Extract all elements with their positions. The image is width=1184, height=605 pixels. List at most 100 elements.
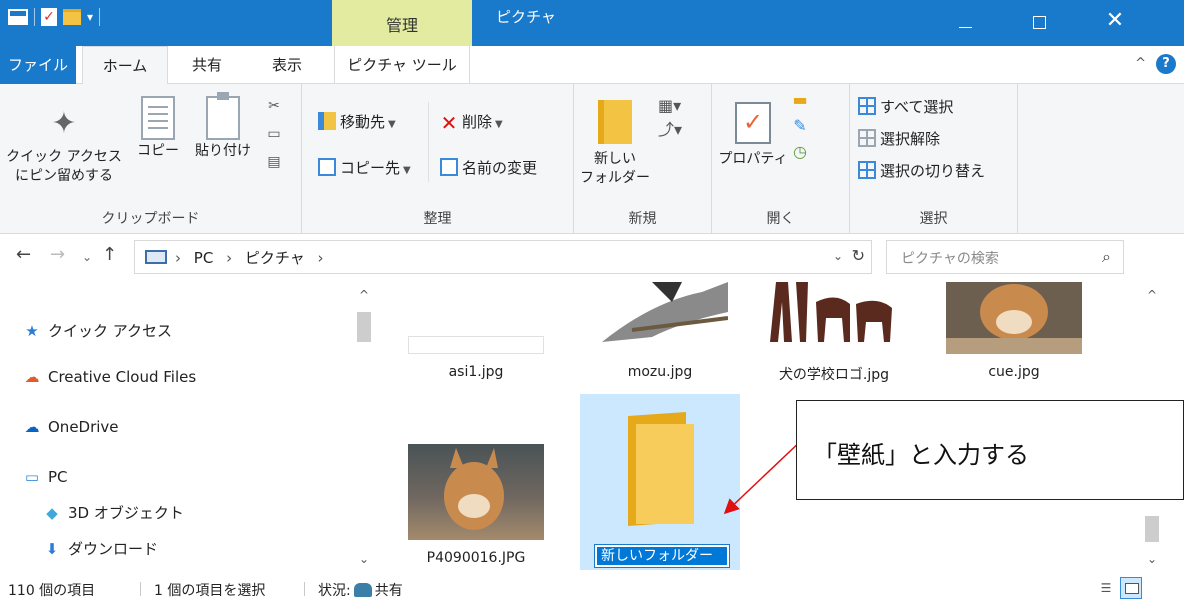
- recent-locations-icon[interactable]: ⌄: [82, 250, 92, 264]
- copy-to-button[interactable]: コピー先 ▼: [318, 156, 411, 183]
- context-tab-manage[interactable]: 管理: [332, 0, 472, 46]
- search-placeholder: ピクチャの検索: [901, 251, 999, 267]
- paste-shortcut-icon[interactable]: ▤: [267, 152, 280, 172]
- new-item-icon[interactable]: ▦▾: [658, 94, 682, 118]
- nav-item-creative-cloud[interactable]: ☁ Creative Cloud Files: [22, 368, 197, 386]
- download-icon: ⬇: [45, 540, 59, 558]
- thumbnail: [592, 282, 728, 354]
- help-icon[interactable]: ?: [1156, 54, 1176, 74]
- nav-item-3d-objects[interactable]: ◆ 3D オブジェクト: [42, 502, 184, 523]
- ribbon-tabs: ファイル ホーム 共有 表示 ピクチャ ツール ^ ?: [0, 46, 1184, 85]
- breadcrumb-pc[interactable]: PC: [194, 249, 214, 267]
- qat-dropdown-icon[interactable]: ▾: [87, 10, 93, 24]
- thumbnail-strip: [408, 336, 544, 354]
- copy-button[interactable]: コピー: [130, 96, 186, 161]
- breadcrumb-separator-icon[interactable]: ›: [318, 249, 324, 267]
- status-separator: [304, 582, 305, 596]
- scroll-up-icon[interactable]: ^: [1142, 288, 1162, 302]
- nav-item-downloads[interactable]: ⬇ ダウンロード: [42, 538, 158, 559]
- search-box[interactable]: ピクチャの検索 ⌕: [886, 240, 1124, 274]
- easy-access-icon[interactable]: ⤴▾: [658, 118, 682, 142]
- file-item[interactable]: mozu.jpg: [580, 282, 740, 380]
- file-item[interactable]: asi1.jpg: [396, 282, 556, 380]
- file-name: asi1.jpg: [448, 364, 504, 380]
- scroll-down-icon[interactable]: ⌄: [1142, 552, 1162, 566]
- properties-button[interactable]: ✓ プロパティ: [716, 96, 790, 169]
- nav-label: ダウンロード: [68, 540, 159, 558]
- breadcrumb-pictures[interactable]: ピクチャ: [245, 249, 305, 267]
- rename-icon: [440, 158, 458, 176]
- address-bar[interactable]: › PC › ピクチャ › ⌄ ↻: [134, 240, 872, 274]
- pin-quick-access-button[interactable]: ✦ クイック アクセス にピン留めする: [4, 96, 124, 186]
- scroll-thumb[interactable]: [357, 312, 371, 342]
- select-all-button[interactable]: すべて選択: [858, 96, 953, 118]
- qat-separator: [34, 8, 35, 26]
- tab-home[interactable]: ホーム: [82, 46, 168, 85]
- back-arrow-icon[interactable]: ←: [16, 244, 31, 265]
- thumbnail: [946, 282, 1082, 354]
- select-none-button[interactable]: 選択解除: [858, 128, 940, 150]
- breadcrumb-separator-icon[interactable]: ›: [175, 249, 181, 267]
- copy-label: コピー: [137, 143, 179, 159]
- nav-item-onedrive[interactable]: ☁ OneDrive: [22, 418, 119, 436]
- open-small-buttons: ▬ ✎ ◷: [790, 90, 810, 162]
- edit-icon[interactable]: ✎: [790, 116, 810, 136]
- search-icon[interactable]: ⌕: [1102, 247, 1111, 267]
- nav-pane-scrollbar[interactable]: ^ ⌄: [354, 282, 374, 572]
- nav-item-pc[interactable]: ▭ PC: [22, 468, 68, 486]
- tab-view[interactable]: 表示: [250, 46, 324, 84]
- refresh-icon[interactable]: ↻: [852, 246, 865, 265]
- tab-share[interactable]: 共有: [172, 46, 242, 84]
- file-name: cue.jpg: [988, 364, 1040, 380]
- paste-button[interactable]: 貼り付け: [190, 92, 256, 161]
- ribbon-collapse-icon[interactable]: ^: [1135, 56, 1146, 71]
- tab-picture-tools[interactable]: ピクチャ ツール: [334, 46, 470, 84]
- chevron-down-icon: ▼: [495, 119, 503, 130]
- scroll-up-icon[interactable]: ^: [354, 288, 374, 302]
- new-folder-button[interactable]: 新しい フォルダー: [580, 96, 650, 188]
- nav-label: クイック アクセス: [48, 322, 173, 340]
- status-state-value: 共有: [374, 583, 403, 599]
- window-icon[interactable]: [8, 9, 28, 25]
- maximize-button[interactable]: [1014, 0, 1064, 46]
- file-item[interactable]: cue.jpg: [934, 282, 1094, 380]
- chevron-down-icon: ▼: [388, 119, 396, 130]
- scroll-thumb[interactable]: [1145, 516, 1159, 542]
- invert-selection-button[interactable]: 選択の切り替え: [858, 160, 985, 182]
- nav-label: 3D オブジェクト: [68, 504, 184, 522]
- select-none-label: 選択解除: [880, 130, 941, 148]
- nav-label: PC: [48, 468, 68, 486]
- open-group: ✓ プロパティ ▬ ✎ ◷ 開く: [712, 84, 850, 234]
- forward-arrow-icon[interactable]: →: [50, 244, 65, 265]
- tab-file[interactable]: ファイル: [0, 46, 76, 84]
- rename-input[interactable]: 新しいフォルダー: [594, 544, 730, 568]
- onedrive-icon: ☁: [24, 418, 40, 436]
- close-button[interactable]: ✕: [1090, 0, 1140, 46]
- rename-button[interactable]: 名前の変更: [440, 156, 537, 180]
- status-selected-count: 1 個の項目を選択: [154, 583, 266, 599]
- file-item[interactable]: 犬の学校ロゴ.jpg: [754, 282, 914, 384]
- details-view-icon[interactable]: ☰: [1096, 578, 1116, 598]
- delete-label: 削除: [462, 113, 493, 131]
- nav-item-quick-access[interactable]: ★ クイック アクセス: [22, 320, 172, 341]
- properties-check-icon[interactable]: ✓: [41, 8, 57, 26]
- breadcrumb-separator-icon[interactable]: ›: [226, 249, 232, 267]
- scroll-down-icon[interactable]: ⌄: [354, 552, 374, 566]
- delete-button[interactable]: ✕ 削除 ▼: [440, 110, 503, 137]
- move-to-button[interactable]: 移動先 ▼: [318, 110, 396, 137]
- up-arrow-icon[interactable]: ↑: [102, 244, 117, 265]
- dog-photo-image: [444, 448, 504, 530]
- file-item[interactable]: P4090016.JPG: [396, 444, 556, 566]
- copy-path-icon[interactable]: ▭: [267, 124, 280, 144]
- history-icon[interactable]: ◷: [790, 142, 810, 162]
- minimize-button[interactable]: [940, 0, 990, 46]
- open-icon[interactable]: ▬: [790, 90, 810, 110]
- new-folder-icon[interactable]: [63, 9, 81, 25]
- select-all-label: すべて選択: [880, 98, 954, 116]
- open-group-label: 開く: [766, 211, 795, 227]
- large-icons-view-icon[interactable]: [1120, 577, 1142, 599]
- status-state-label: 状況:: [318, 583, 351, 599]
- cut-icon[interactable]: ✂: [268, 96, 280, 116]
- address-dropdown-icon[interactable]: ⌄: [833, 249, 843, 263]
- ribbon: ✦ クイック アクセス にピン留めする コピー 貼り付け ✂ ▭ ▤ クリップボ…: [0, 84, 1184, 234]
